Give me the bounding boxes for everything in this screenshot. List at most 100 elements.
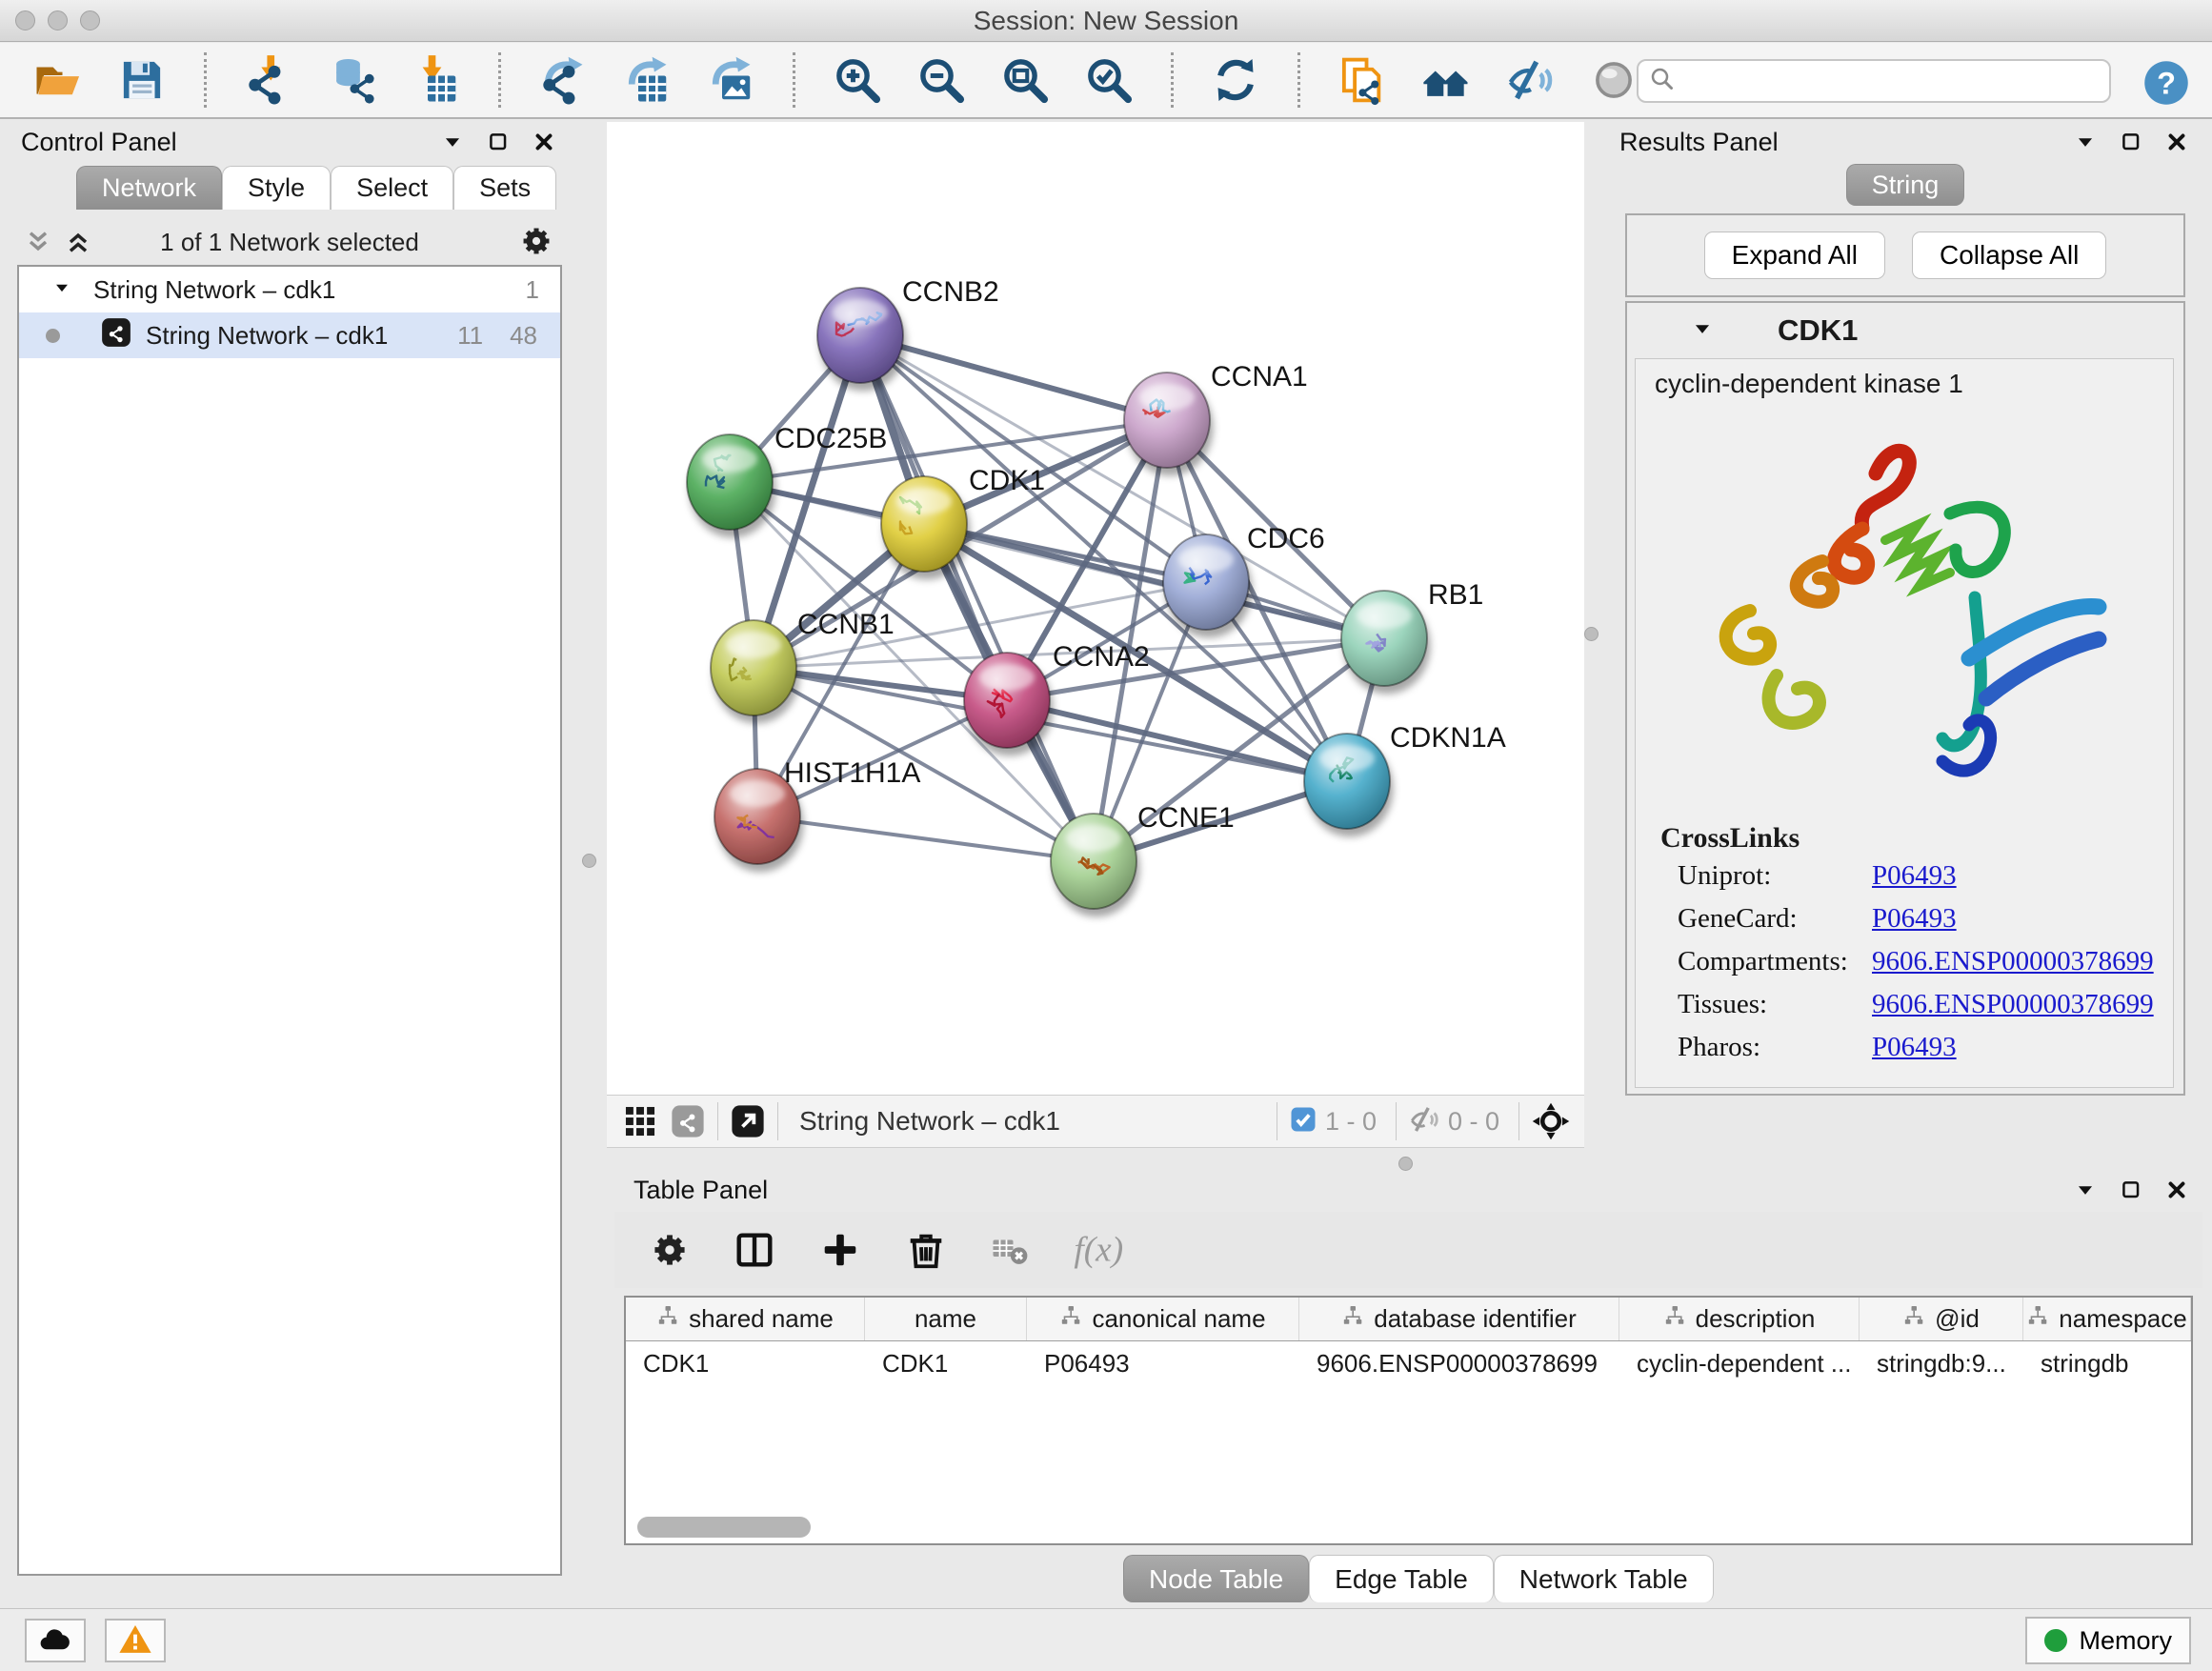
zoom-in-button[interactable] — [832, 54, 883, 106]
open-session-button[interactable] — [32, 54, 84, 106]
copy-network-button[interactable] — [1337, 54, 1388, 106]
zoom-fit-button[interactable] — [999, 54, 1051, 106]
column-header-description[interactable]: description — [1619, 1298, 1860, 1340]
import-network-database-button[interactable] — [327, 54, 378, 106]
network-node-CDC25B[interactable] — [687, 434, 773, 530]
crosslink-link[interactable]: 9606.ENSP00000378699 — [1872, 989, 2154, 1020]
collapse-all-networks-icon[interactable] — [23, 227, 53, 257]
network-node-CDKN1A[interactable] — [1304, 734, 1390, 829]
export-table-button[interactable] — [621, 54, 673, 106]
gene-collapse-icon[interactable] — [1690, 316, 1715, 346]
column-header-database-identifier[interactable]: database identifier — [1299, 1298, 1619, 1340]
network-edge[interactable] — [757, 816, 1094, 861]
delete-table-icon[interactable] — [990, 1230, 1030, 1270]
tab-style[interactable]: Style — [222, 166, 331, 210]
zoom-selected-button[interactable] — [1083, 54, 1135, 106]
network-node-CCNB1[interactable] — [711, 620, 796, 715]
memory-status-dot — [2044, 1629, 2067, 1652]
crosslink-row: Tissues:9606.ENSP00000378699 — [1636, 983, 2173, 1026]
network-canvas[interactable]: CCNB2CCNA1CDC25BCDK1CDC6RB1CCNB1CCNA2CDK… — [607, 122, 1584, 1095]
memory-button[interactable]: Memory — [2025, 1617, 2191, 1664]
column-header--id[interactable]: @id — [1860, 1298, 2023, 1340]
tab-select[interactable]: Select — [331, 166, 453, 210]
network-node-CCNE1[interactable] — [1051, 814, 1136, 909]
expand-all-networks-icon[interactable] — [63, 227, 93, 257]
cloud-status-button[interactable] — [25, 1619, 86, 1662]
table-options-icon[interactable] — [649, 1229, 691, 1271]
warning-status-button[interactable] — [105, 1619, 166, 1662]
table-row[interactable]: CDK1CDK1P064939606.ENSP00000378699cyclin… — [626, 1341, 2191, 1385]
zoom-out-button[interactable] — [915, 54, 967, 106]
column-header-name[interactable]: name — [865, 1298, 1027, 1340]
network-node-CDK1[interactable] — [881, 476, 967, 572]
import-network-file-button[interactable] — [243, 54, 294, 106]
network-list-options-icon[interactable] — [518, 223, 554, 262]
column-header-shared-name[interactable]: shared name — [626, 1298, 865, 1340]
control-panel-menu-icon[interactable] — [438, 128, 467, 156]
collection-expand-icon[interactable] — [51, 275, 72, 305]
crosslinks-rows: Uniprot:P06493GeneCard:P06493Compartment… — [1636, 855, 2173, 1069]
protein-structure-image — [1636, 399, 2174, 799]
control-panel-close-icon[interactable] — [530, 128, 558, 156]
column-header-canonical-name[interactable]: canonical name — [1027, 1298, 1299, 1340]
results-panel-float-icon[interactable] — [2117, 128, 2145, 156]
crosslink-link[interactable]: 9606.ENSP00000378699 — [1872, 946, 2154, 977]
tab-sets[interactable]: Sets — [453, 166, 556, 210]
results-panel-menu-icon[interactable] — [2071, 128, 2100, 156]
export-network-button[interactable] — [537, 54, 589, 106]
expand-all-button[interactable]: Expand All — [1704, 232, 1885, 279]
crosslink-link[interactable]: P06493 — [1872, 860, 1957, 892]
tab-edge-table[interactable]: Edge Table — [1309, 1555, 1494, 1602]
first-neighbors-button[interactable] — [1420, 54, 1472, 106]
function-builder-icon[interactable]: f(x) — [1072, 1223, 1125, 1277]
right-splitter-handle[interactable] — [1584, 627, 1599, 641]
delete-column-icon[interactable] — [904, 1228, 948, 1272]
gene-section-header[interactable]: CDK1 — [1627, 303, 2183, 358]
crosslink-link[interactable]: P06493 — [1872, 1032, 1957, 1063]
scrollbar-thumb[interactable] — [637, 1517, 811, 1538]
horizontal-splitter-handle[interactable] — [1398, 1157, 1413, 1171]
table-panel-menu-icon[interactable] — [2071, 1176, 2100, 1204]
hidden-eye-icon[interactable] — [1408, 1103, 1440, 1140]
network-node-CCNA1[interactable] — [1124, 372, 1210, 468]
network-row[interactable]: String Network – cdk1 11 48 — [19, 312, 560, 358]
hide-selected-button[interactable] — [1504, 54, 1556, 106]
show-all-button[interactable] — [1588, 54, 1639, 106]
table-horizontal-scrollbar[interactable] — [630, 1517, 2188, 1538]
add-column-icon[interactable] — [818, 1228, 862, 1272]
network-node-CCNB2[interactable] — [817, 288, 903, 383]
crosslink-link[interactable]: P06493 — [1872, 903, 1957, 935]
detach-view-icon[interactable] — [730, 1103, 766, 1139]
help-button[interactable]: ? — [2142, 58, 2191, 108]
table-panel-close-icon[interactable] — [2162, 1176, 2191, 1204]
control-panel-float-icon[interactable] — [484, 128, 513, 156]
tab-string[interactable]: String — [1846, 164, 1965, 206]
save-session-button[interactable] — [116, 54, 168, 106]
birdseye-view-icon[interactable] — [1531, 1101, 1571, 1141]
import-table-button[interactable] — [411, 54, 462, 106]
hierarchy-icon — [1902, 1304, 1925, 1334]
network-view-title: String Network – cdk1 — [799, 1106, 1060, 1137]
node-label-CCNE1: CCNE1 — [1137, 802, 1235, 834]
network-node-RB1[interactable] — [1341, 591, 1427, 686]
search-input[interactable] — [1677, 66, 2100, 97]
apply-layout-button[interactable] — [1210, 54, 1261, 106]
crosslinks-section: CrossLinks Uniprot:P06493GeneCard:P06493… — [1636, 822, 2173, 1069]
table-panel-float-icon[interactable] — [2117, 1176, 2145, 1204]
network-node-CDC6[interactable] — [1163, 534, 1249, 630]
export-image-button[interactable] — [705, 54, 756, 106]
selected-checkbox-icon[interactable] — [1289, 1105, 1317, 1138]
left-splitter-handle[interactable] — [582, 854, 596, 868]
tab-node-table[interactable]: Node Table — [1123, 1555, 1309, 1602]
grid-view-icon[interactable] — [622, 1103, 658, 1139]
tab-network[interactable]: Network — [76, 166, 222, 210]
network-node-CCNA2[interactable] — [964, 653, 1050, 748]
gene-card: cyclin-dependent kinase 1 — [1635, 358, 2174, 1088]
network-collection-row[interactable]: String Network – cdk1 1 — [19, 267, 560, 312]
tab-network-table[interactable]: Network Table — [1494, 1555, 1714, 1602]
network-view-icon[interactable] — [670, 1103, 706, 1139]
show-columns-icon[interactable] — [733, 1228, 776, 1272]
results-panel-close-icon[interactable] — [2162, 128, 2191, 156]
collapse-all-button[interactable]: Collapse All — [1912, 232, 2106, 279]
column-header-namespace[interactable]: namespace — [2023, 1298, 2191, 1340]
